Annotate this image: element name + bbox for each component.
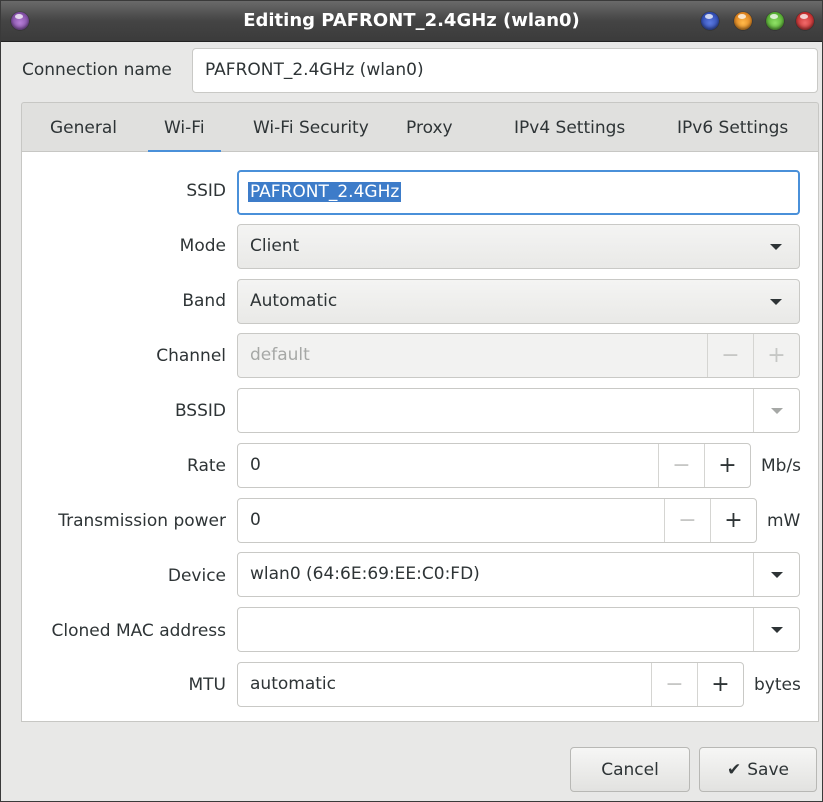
transmission-power-unit: mW: [767, 511, 801, 531]
bssid-combo[interactable]: [237, 388, 800, 433]
rate-decrement-button[interactable]: −: [658, 444, 704, 487]
transmission-power-decrement-button[interactable]: −: [664, 499, 710, 542]
rate-value: 0: [250, 455, 261, 475]
ssid-value: PAFRONT_2.4GHz: [248, 182, 402, 202]
checkmark-icon: ✔: [727, 759, 742, 780]
band-label: Band: [182, 291, 226, 311]
channel-increment-button: +: [753, 334, 799, 377]
save-button-label: Save: [747, 759, 789, 780]
chevron-down-icon[interactable]: [753, 608, 799, 651]
mtu-increment-button[interactable]: +: [697, 663, 743, 706]
mtu-label: MTU: [188, 675, 227, 695]
tab-bar: General Wi-Fi Wi-Fi Security Proxy IPv4 …: [21, 102, 819, 153]
title-bar: Editing PAFRONT_2.4GHz (wlan0): [1, 1, 822, 42]
device-label: Device: [167, 566, 226, 586]
chevron-down-icon: [753, 225, 799, 268]
maximize-icon[interactable]: [766, 12, 784, 30]
mtu-unit: bytes: [754, 675, 801, 695]
chevron-down-icon[interactable]: [753, 553, 799, 596]
tab-wifi-security[interactable]: Wi-Fi Security: [253, 118, 369, 138]
minimize-icon[interactable]: [701, 12, 719, 30]
tab-general[interactable]: General: [50, 118, 117, 138]
channel-spinbox: default − +: [237, 333, 800, 378]
cancel-button-label: Cancel: [601, 759, 659, 780]
mtu-value: automatic: [250, 674, 336, 694]
cancel-button[interactable]: Cancel: [570, 747, 690, 792]
tab-wifi[interactable]: Wi-Fi: [148, 118, 220, 153]
transmission-power-spinbox[interactable]: 0 − +: [237, 498, 757, 543]
tab-ipv4-settings[interactable]: IPv4 Settings: [514, 118, 625, 138]
mode-value: Client: [250, 236, 300, 256]
mtu-decrement-button[interactable]: −: [651, 663, 697, 706]
chevron-down-icon[interactable]: [753, 389, 799, 432]
transmission-power-label: Transmission power: [58, 511, 226, 531]
device-value: wlan0 (64:6E:69:EE:C0:FD): [250, 564, 480, 584]
channel-label: Channel: [156, 346, 226, 366]
channel-decrement-button: −: [707, 334, 753, 377]
device-combo[interactable]: wlan0 (64:6E:69:EE:C0:FD): [237, 552, 800, 597]
rate-label: Rate: [187, 456, 226, 476]
close-icon[interactable]: [796, 12, 814, 30]
channel-value: default: [250, 345, 310, 365]
rate-spinbox[interactable]: 0 − +: [237, 443, 751, 488]
tab-ipv6-settings[interactable]: IPv6 Settings: [677, 118, 788, 138]
edit-connection-window: Editing PAFRONT_2.4GHz (wlan0) Connectio…: [0, 0, 823, 802]
window-title: Editing PAFRONT_2.4GHz (wlan0): [243, 10, 580, 31]
connection-name-input[interactable]: PAFRONT_2.4GHz (wlan0): [192, 48, 818, 93]
connection-name-label: Connection name: [22, 60, 172, 80]
rate-increment-button[interactable]: +: [704, 444, 750, 487]
band-dropdown[interactable]: Automatic: [237, 279, 800, 324]
cloned-mac-label: Cloned MAC address: [51, 621, 226, 641]
mode-label: Mode: [179, 236, 226, 256]
mode-dropdown[interactable]: Client: [237, 224, 800, 269]
bssid-label: BSSID: [174, 401, 226, 421]
rate-unit: Mb/s: [761, 456, 802, 476]
tab-proxy[interactable]: Proxy: [406, 118, 453, 138]
ssid-label: SSID: [186, 181, 226, 201]
transmission-power-increment-button[interactable]: +: [710, 499, 756, 542]
save-button[interactable]: ✔ Save: [699, 747, 817, 792]
band-value: Automatic: [250, 291, 338, 311]
ssid-input[interactable]: PAFRONT_2.4GHz: [237, 170, 800, 215]
transmission-power-value: 0: [250, 510, 261, 530]
cloned-mac-combo[interactable]: [237, 607, 800, 652]
mtu-spinbox[interactable]: automatic − +: [237, 662, 744, 707]
shade-icon[interactable]: [734, 12, 752, 30]
chevron-down-icon: [753, 280, 799, 323]
